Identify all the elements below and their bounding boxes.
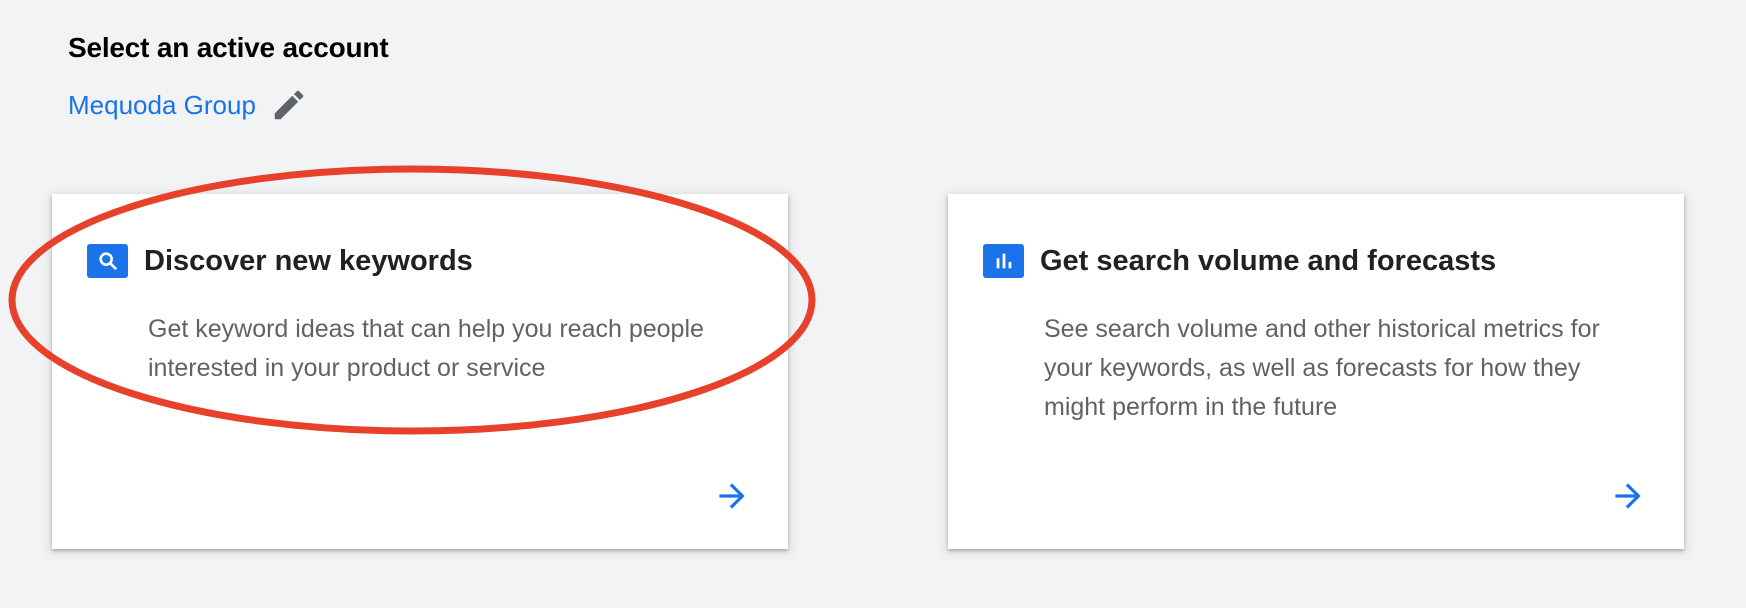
pencil-icon[interactable] <box>268 84 310 126</box>
card-description: See search volume and other historical m… <box>1044 315 1600 421</box>
search-icon <box>87 244 128 278</box>
page-title: Select an active account <box>68 32 389 63</box>
card-title: Get search volume and forecasts <box>1040 245 1497 277</box>
card-description: Get keyword ideas that can help you reac… <box>148 315 704 382</box>
bar-chart-icon <box>983 244 1024 278</box>
arrow-right-icon[interactable] <box>1608 476 1648 516</box>
arrow-right-icon[interactable] <box>712 476 752 516</box>
card-header: Get search volume and forecasts <box>983 241 1496 281</box>
card-header: Discover new keywords <box>87 241 473 281</box>
account-selector: Select an active account Mequoda Group <box>68 28 389 128</box>
discover-keywords-card[interactable]: Discover new keywords Get keyword ideas … <box>52 194 788 549</box>
card-title: Discover new keywords <box>144 245 473 277</box>
search-volume-card[interactable]: Get search volume and forecasts See sear… <box>948 194 1684 549</box>
account-link[interactable]: Mequoda Group <box>68 90 256 121</box>
account-row: Mequoda Group <box>68 82 388 128</box>
